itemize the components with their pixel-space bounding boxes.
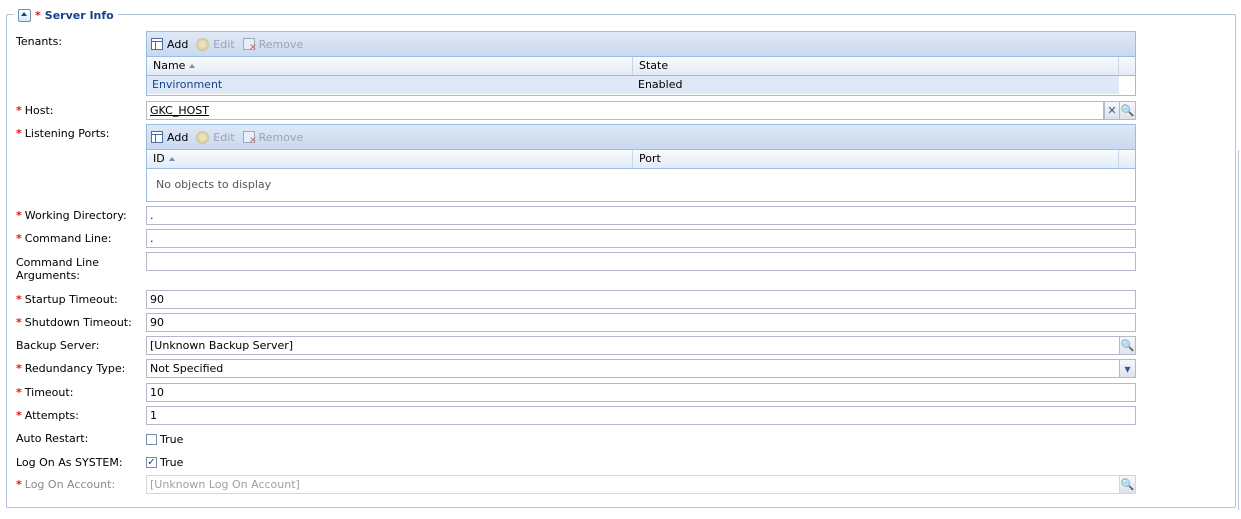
- add-icon: [151, 38, 163, 50]
- command-line-label: * Command Line:: [16, 232, 112, 245]
- search-icon: 🔍: [1120, 475, 1136, 494]
- table-row[interactable]: Environment Enabled: [147, 76, 1119, 94]
- listening-ports-grid: Add Edit Remove ID Port No objects to di…: [146, 124, 1136, 202]
- edit-icon: [196, 130, 210, 144]
- log-on-as-system-checkbox[interactable]: ✓: [146, 457, 157, 468]
- column-header-port[interactable]: Port: [633, 150, 1119, 168]
- search-icon[interactable]: 🔍: [1120, 336, 1136, 355]
- server-info-header: * Server Info: [14, 8, 118, 22]
- column-header-state[interactable]: State: [633, 57, 1119, 75]
- log-on-as-system-field: ✓ True: [146, 456, 183, 469]
- host-label: * Host:: [16, 104, 54, 117]
- redundancy-type-select[interactable]: Not Specified: [146, 359, 1120, 378]
- section-title: Server Info: [44, 8, 114, 22]
- ports-toolbar: Add Edit Remove: [147, 125, 1135, 150]
- timeout-label: * Timeout:: [16, 386, 74, 399]
- command-line-arguments-label: Command Line Arguments:: [16, 256, 99, 282]
- startup-timeout-label: * Startup Timeout:: [16, 293, 118, 306]
- tenant-state-cell: Enabled: [638, 78, 683, 91]
- working-directory-label: * Working Directory:: [16, 209, 127, 222]
- backup-server-input[interactable]: [Unknown Backup Server]: [146, 336, 1120, 355]
- auto-restart-field: True: [146, 433, 183, 446]
- tenants-toolbar: Add Edit Remove: [147, 32, 1135, 57]
- empty-grid-message: No objects to display: [156, 178, 272, 191]
- auto-restart-checkbox-label: True: [160, 433, 184, 446]
- auto-restart-label: Auto Restart:: [16, 432, 89, 445]
- auto-restart-checkbox[interactable]: [146, 434, 157, 445]
- command-line-input[interactable]: .: [146, 229, 1136, 248]
- sort-asc-icon: [168, 157, 175, 161]
- ports-remove-button[interactable]: Remove: [242, 131, 303, 146]
- tenant-name-cell[interactable]: Environment: [147, 76, 633, 94]
- host-input[interactable]: GKC_HOST: [146, 101, 1104, 120]
- chevron-down-icon[interactable]: ▾: [1120, 359, 1136, 378]
- tenants-remove-button[interactable]: Remove: [242, 38, 303, 53]
- tenants-grid-header: Name State: [147, 57, 1135, 76]
- attempts-label: * Attempts:: [16, 409, 79, 422]
- tenants-add-button[interactable]: Add: [151, 38, 188, 51]
- timeout-input[interactable]: 10: [146, 383, 1136, 402]
- tenants-edit-button[interactable]: Edit: [196, 37, 235, 51]
- panel-border-line: [1238, 150, 1239, 510]
- remove-icon: [242, 38, 257, 53]
- log-on-as-system-checkbox-label: True: [160, 456, 184, 469]
- tenants-grid: Add Edit Remove Name State Environment E…: [146, 31, 1136, 96]
- redundancy-type-label: * Redundancy Type:: [16, 362, 126, 375]
- ports-edit-button[interactable]: Edit: [196, 130, 235, 144]
- edit-icon: [196, 37, 210, 51]
- column-header-id[interactable]: ID: [147, 150, 633, 168]
- startup-timeout-input[interactable]: 90: [146, 290, 1136, 309]
- tenants-label: Tenants:: [16, 35, 63, 48]
- remove-icon: [242, 131, 257, 146]
- column-header-name[interactable]: Name: [147, 57, 633, 75]
- attempts-input[interactable]: 1: [146, 406, 1136, 425]
- log-on-account-input: [Unknown Log On Account]: [146, 475, 1120, 494]
- shutdown-timeout-input[interactable]: 90: [146, 313, 1136, 332]
- ports-add-button[interactable]: Add: [151, 131, 188, 144]
- clear-icon[interactable]: ✕: [1104, 101, 1120, 120]
- required-mark: *: [35, 8, 41, 22]
- collapse-icon[interactable]: [18, 8, 31, 22]
- log-on-account-label: * Log On Account:: [16, 478, 116, 491]
- command-line-arguments-input[interactable]: [146, 252, 1136, 271]
- backup-server-label: Backup Server:: [16, 339, 100, 352]
- search-icon[interactable]: 🔍: [1120, 101, 1136, 120]
- add-icon: [151, 131, 163, 143]
- shutdown-timeout-label: * Shutdown Timeout:: [16, 316, 132, 329]
- sort-asc-icon: [189, 64, 196, 68]
- ports-grid-header: ID Port: [147, 150, 1135, 169]
- listening-ports-label: * Listening Ports:: [16, 127, 110, 140]
- log-on-as-system-label: Log On As SYSTEM:: [16, 456, 123, 469]
- working-directory-input[interactable]: .: [146, 206, 1136, 225]
